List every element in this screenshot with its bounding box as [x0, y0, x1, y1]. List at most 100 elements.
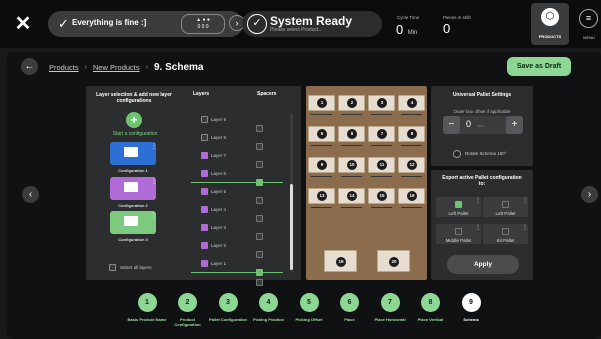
- more-icon[interactable]: ⋮: [475, 224, 481, 231]
- more-icon[interactable]: ⋮: [522, 197, 528, 204]
- products-button[interactable]: ⬡ PRODUCTS: [531, 3, 569, 45]
- tile-number: 8: [407, 129, 417, 139]
- rotate-toggle[interactable]: [453, 150, 461, 158]
- scrollbar-thumb[interactable]: [290, 184, 293, 270]
- step-1[interactable]: 1: [137, 293, 157, 312]
- spacer-checkbox[interactable]: [256, 143, 263, 150]
- chevron-right-icon[interactable]: ›: [581, 186, 598, 203]
- checkbox[interactable]: [502, 228, 509, 235]
- checkbox-checked[interactable]: [455, 201, 462, 208]
- check-icon: ✓: [58, 16, 69, 31]
- breadcrumb-new-products[interactable]: New Products: [93, 63, 140, 72]
- config-card-1[interactable]: ⋮: [110, 142, 157, 165]
- tile-divider: [311, 145, 332, 147]
- config-label-2: Configuration 2: [118, 203, 148, 208]
- pallet-tile[interactable]: 11: [368, 157, 395, 173]
- pallet-tile[interactable]: 8: [398, 126, 425, 142]
- system-title: System Ready: [270, 14, 353, 28]
- check-circle-icon: ✓: [247, 14, 267, 34]
- start-configuration-link[interactable]: Start a configuration: [100, 131, 170, 137]
- layer-checkbox[interactable]: [201, 224, 208, 231]
- apply-button[interactable]: Apply: [447, 255, 519, 274]
- config-label-1: Configuration 1: [118, 168, 148, 173]
- layer-label: Layer 5: [211, 189, 227, 194]
- tile-number: 10: [347, 160, 357, 170]
- layer-checkbox[interactable]: [201, 242, 208, 249]
- spacer-checkbox[interactable]: [256, 233, 263, 240]
- step-8[interactable]: 8: [421, 293, 440, 312]
- pallet-tile[interactable]: 1: [308, 95, 335, 111]
- pallet-tile[interactable]: 6: [338, 126, 365, 142]
- spacer-checkbox[interactable]: [256, 161, 263, 168]
- tile-number: 15: [377, 191, 387, 201]
- chevron-left-icon[interactable]: ‹: [22, 186, 39, 203]
- breadcrumb-products[interactable]: Products: [49, 63, 79, 72]
- select-all-checkbox[interactable]: [109, 264, 116, 271]
- hamburger-icon[interactable]: ≡: [579, 9, 598, 28]
- pallet-tile[interactable]: 12: [398, 157, 425, 173]
- offset-value[interactable]: 0: [466, 119, 471, 129]
- plus-button[interactable]: +: [506, 116, 523, 134]
- status-pill[interactable]: ✓ Everything is fine :] ▲ ● ● 0 0 0 ›: [48, 11, 245, 37]
- pieces-label: Pieces in shift: [443, 15, 471, 20]
- pallet-tile[interactable]: 4: [398, 95, 425, 111]
- layer-checkbox[interactable]: [201, 116, 208, 123]
- pallet-tile[interactable]: 10: [338, 157, 365, 173]
- spacer-checkbox[interactable]: [256, 215, 263, 222]
- step-label: Pallet Configuration: [209, 317, 247, 322]
- pallet-tile[interactable]: 5: [308, 126, 335, 142]
- pallet-tile[interactable]: 16: [398, 188, 425, 204]
- config-card-3[interactable]: ⋮: [110, 211, 157, 234]
- spacer-line: [191, 182, 283, 183]
- pallet-tile[interactable]: 2: [338, 95, 365, 111]
- config-card-2[interactable]: ⋮: [110, 177, 157, 200]
- step-9[interactable]: 9: [461, 293, 481, 312]
- spacer-checkbox[interactable]: [256, 251, 263, 258]
- pallet-tile[interactable]: 9: [308, 157, 335, 173]
- layer-checkbox[interactable]: [201, 134, 208, 141]
- step-7[interactable]: 7: [380, 293, 400, 312]
- step-2[interactable]: 2: [178, 293, 197, 312]
- step-4[interactable]: 4: [259, 293, 278, 312]
- step-6[interactable]: 6: [340, 293, 359, 312]
- offset-stepper[interactable]: − 0 mm +: [443, 116, 523, 134]
- more-icon[interactable]: ⋮: [151, 178, 157, 185]
- more-icon[interactable]: ⋮: [151, 212, 157, 219]
- more-icon[interactable]: ⋮: [151, 143, 157, 150]
- tile-divider: [371, 114, 392, 116]
- save-draft-button[interactable]: Save as Draft: [507, 57, 571, 76]
- select-all[interactable]: Select all layers: [109, 264, 152, 271]
- pallet-tile[interactable]: 19: [324, 250, 357, 272]
- pallet-tile[interactable]: 14: [338, 188, 365, 204]
- scrollbar-track[interactable]: [290, 114, 293, 272]
- tile-number: 7: [377, 129, 387, 139]
- pallet-tile[interactable]: 7: [368, 126, 395, 142]
- tile-number: 13: [317, 191, 327, 201]
- checkbox[interactable]: [502, 201, 509, 208]
- layer-checkbox[interactable]: [201, 170, 208, 177]
- tile-divider: [371, 207, 392, 209]
- pallet-tile[interactable]: 20: [377, 250, 410, 272]
- more-icon[interactable]: ⋮: [475, 197, 481, 204]
- layer-checkbox[interactable]: [201, 206, 208, 213]
- pallet-tile[interactable]: 3: [368, 95, 395, 111]
- minus-button[interactable]: −: [443, 116, 460, 134]
- pallet-tile[interactable]: 15: [368, 188, 395, 204]
- spacer-checkbox[interactable]: [256, 279, 263, 286]
- spacers-header: Spacers: [257, 91, 277, 97]
- step-3[interactable]: 3: [218, 293, 238, 312]
- cycle-time-label: Cycle Time: [397, 15, 420, 20]
- layer-checkbox[interactable]: [201, 260, 208, 267]
- add-icon[interactable]: +: [126, 112, 142, 128]
- layer-checkbox[interactable]: [201, 188, 208, 195]
- checkbox[interactable]: [455, 228, 462, 235]
- monitor-icon: [124, 147, 138, 157]
- back-arrow-icon[interactable]: ←: [21, 58, 38, 75]
- layer-checkbox[interactable]: [201, 152, 208, 159]
- spacer-checkbox[interactable]: [256, 125, 263, 132]
- tile-number: 20: [389, 257, 399, 267]
- more-icon[interactable]: ⋮: [522, 224, 528, 231]
- pallet-tile[interactable]: 13: [308, 188, 335, 204]
- step-5[interactable]: 5: [299, 293, 319, 312]
- spacer-checkbox[interactable]: [256, 197, 263, 204]
